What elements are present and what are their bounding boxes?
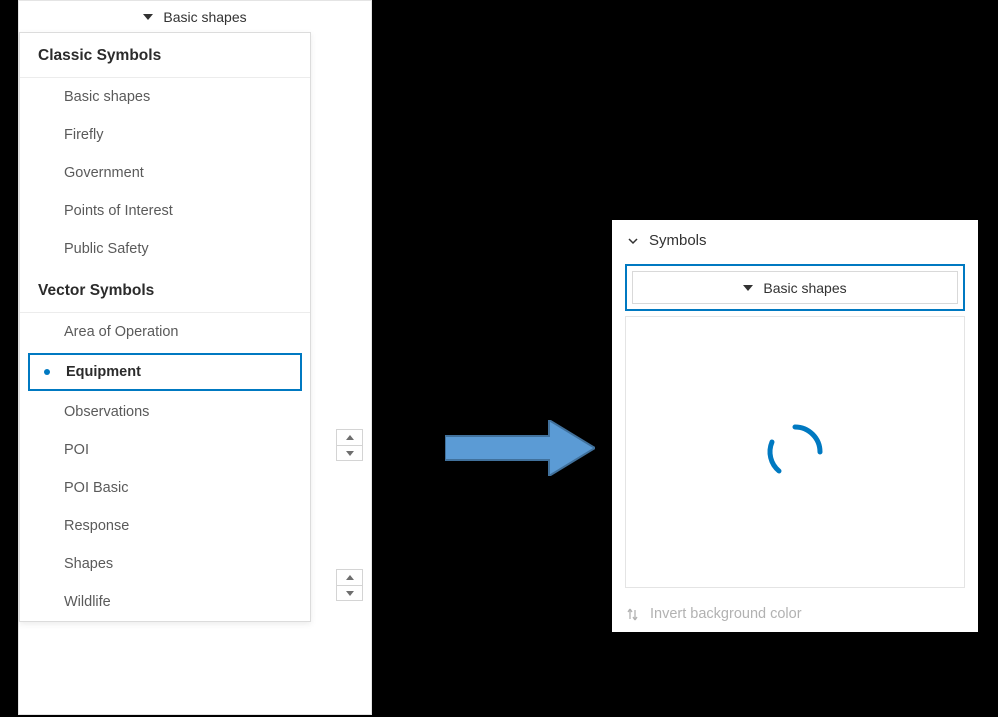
dropdown-item[interactable]: Basic shapes (20, 78, 310, 116)
stepper-down-button[interactable] (337, 445, 362, 460)
chevron-up-icon (346, 575, 354, 580)
swap-vertical-icon (625, 607, 640, 622)
stepper-down-button[interactable] (337, 585, 362, 600)
symbol-set-dropdown: Classic SymbolsBasic shapesFireflyGovern… (19, 32, 311, 622)
right-symbol-panel: Symbols Basic shapes Invert background c… (612, 220, 978, 632)
symbol-set-selector-highlight: Basic shapes (625, 264, 965, 311)
chevron-down-icon (346, 451, 354, 456)
arrow-right-icon (445, 420, 595, 481)
chevron-down-icon (627, 235, 639, 247)
caret-down-icon (743, 285, 753, 291)
dropdown-item[interactable]: Observations (20, 393, 310, 431)
invert-background-label: Invert background color (650, 606, 802, 622)
chevron-down-icon (346, 591, 354, 596)
stepper-up-button[interactable] (337, 570, 362, 585)
dropdown-item[interactable]: POI Basic (20, 469, 310, 507)
loading-spinner-icon (759, 416, 831, 488)
symbol-set-selector-label: Basic shapes (763, 280, 846, 296)
symbols-section-toggle[interactable]: Symbols (627, 232, 707, 249)
invert-background-button[interactable]: Invert background color (625, 606, 802, 622)
dropdown-item[interactable]: Wildlife (20, 583, 310, 621)
dropdown-item[interactable]: Government (20, 154, 310, 192)
dropdown-item[interactable]: Response (20, 507, 310, 545)
chevron-up-icon (346, 435, 354, 440)
caret-down-icon (143, 14, 153, 20)
symbol-set-selector-label: Basic shapes (163, 9, 246, 25)
dropdown-item[interactable]: Firefly (20, 116, 310, 154)
dropdown-group-header: Classic Symbols (20, 33, 310, 78)
symbols-content-area (625, 316, 965, 588)
numeric-stepper[interactable] (336, 569, 363, 601)
dropdown-item[interactable]: POI (20, 431, 310, 469)
left-symbol-panel: Basic shapes Classic SymbolsBasic shapes… (18, 0, 372, 715)
symbols-section-title: Symbols (649, 232, 707, 249)
dropdown-group-header: Vector Symbols (20, 268, 310, 313)
dropdown-item[interactable]: Points of Interest (20, 192, 310, 230)
symbol-set-selector[interactable]: Basic shapes (19, 1, 371, 33)
dropdown-item[interactable]: Shapes (20, 545, 310, 583)
dropdown-item[interactable]: Public Safety (20, 230, 310, 268)
dropdown-item[interactable]: Area of Operation (20, 313, 310, 351)
dropdown-item[interactable]: Equipment (28, 353, 302, 391)
numeric-stepper[interactable] (336, 429, 363, 461)
symbol-set-selector[interactable]: Basic shapes (632, 271, 958, 304)
stepper-up-button[interactable] (337, 430, 362, 445)
